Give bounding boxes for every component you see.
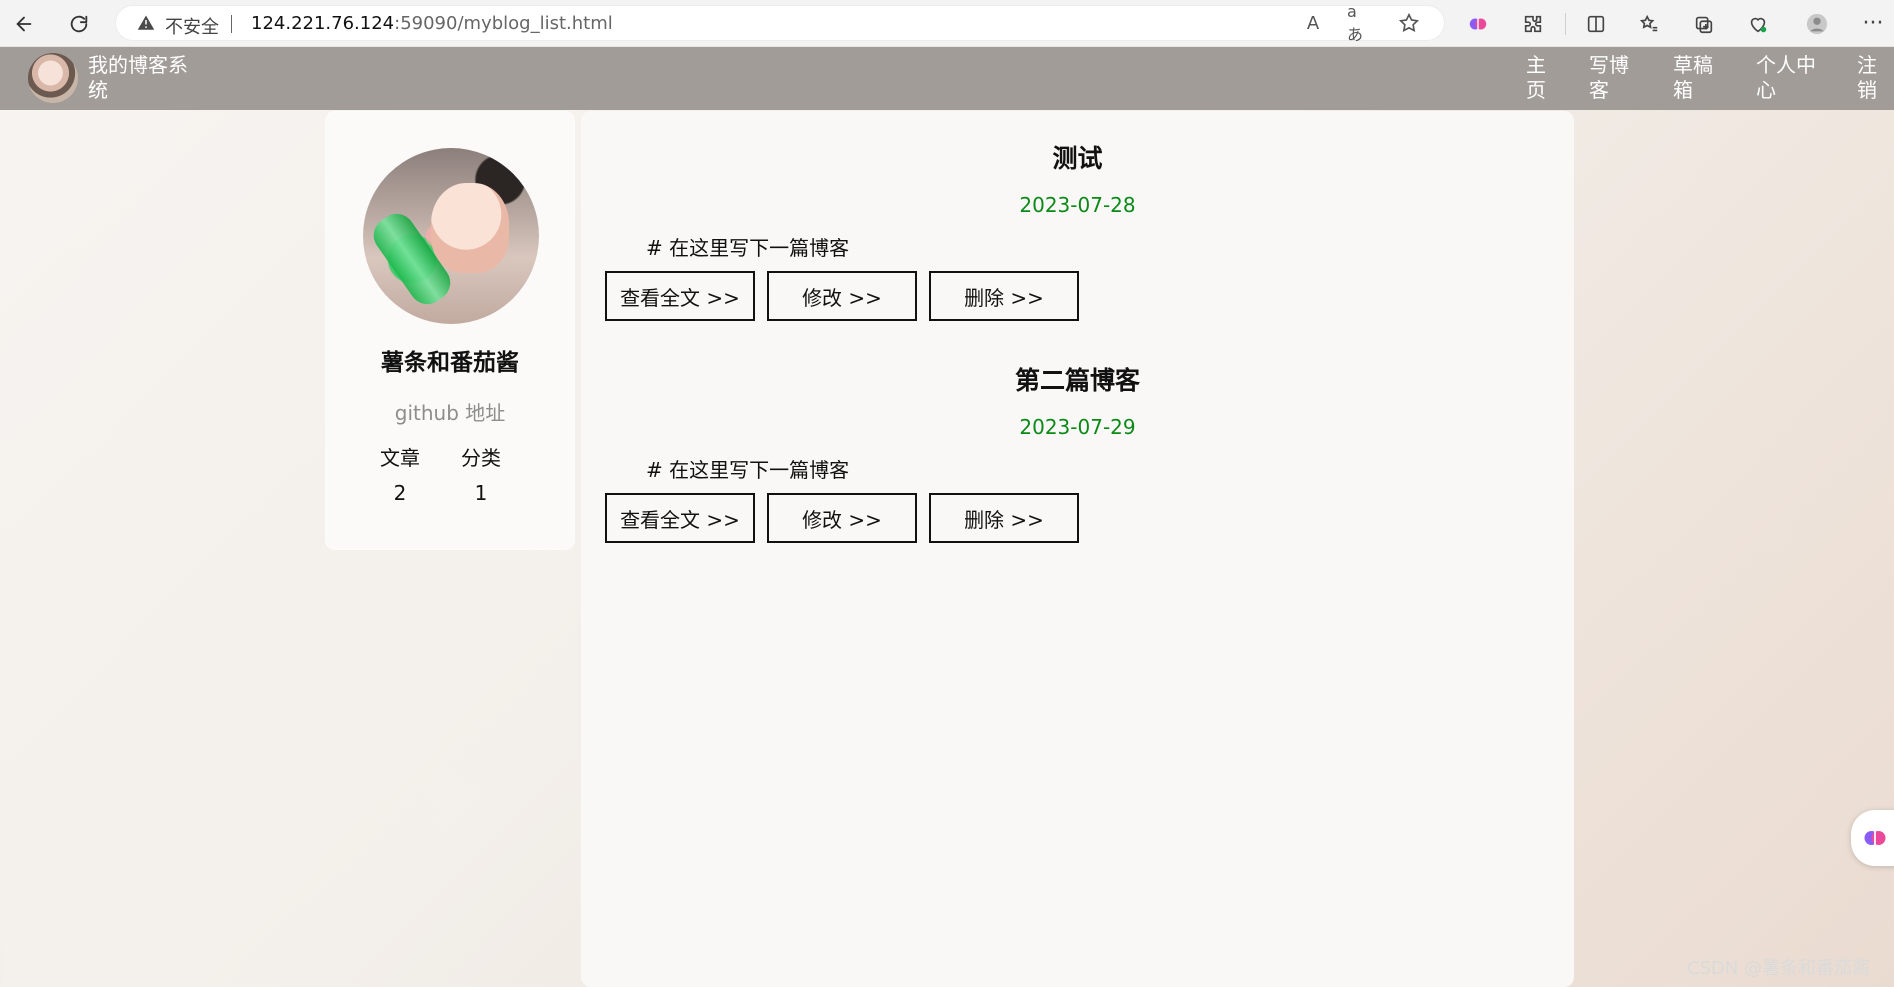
nav-drafts[interactable]: 草稿箱 — [1673, 53, 1717, 103]
url-text[interactable]: 124.221.76.124:59090/myblog_list.html — [251, 13, 613, 34]
nav-home[interactable]: 主页 — [1526, 53, 1550, 103]
back-arrow-icon[interactable] — [8, 8, 40, 40]
delete-post-button[interactable]: 删除 >> — [929, 493, 1079, 543]
warning-icon — [137, 15, 155, 30]
edit-post-button[interactable]: 修改 >> — [767, 493, 917, 543]
site-header: 我的博客系统 主页 写博客 草稿箱 个人中心 注销 — [0, 47, 1894, 110]
post-actions: 查看全文 >> 修改 >> 删除 >> — [605, 493, 1079, 543]
post-date: 2023-07-28 — [1019, 193, 1136, 217]
collections-icon[interactable] — [1689, 9, 1719, 39]
refresh-icon[interactable] — [63, 8, 95, 40]
avatar-face — [431, 183, 509, 273]
articles-count: 2 — [393, 481, 407, 505]
post-actions: 查看全文 >> 修改 >> 删除 >> — [605, 271, 1079, 321]
post-title: 第二篇博客 — [1014, 366, 1140, 395]
star-icon[interactable] — [1397, 11, 1421, 35]
security-status-label: 不安全 — [165, 17, 219, 38]
read-aloud-label: A — [1306, 12, 1320, 34]
categories-count: 1 — [474, 481, 488, 505]
site-title: 我的博客系统 — [88, 53, 188, 102]
translate-icon[interactable]: aあ — [1347, 2, 1371, 44]
floating-brain-icon[interactable] — [1851, 810, 1894, 866]
url-host: 124.221.76.124 — [251, 13, 395, 34]
health-icon[interactable] — [1743, 9, 1773, 39]
post-date: 2023-07-29 — [1019, 415, 1136, 439]
edit-post-button[interactable]: 修改 >> — [767, 271, 917, 321]
url-path: :59090/myblog_list.html — [394, 13, 613, 34]
site-logo — [28, 53, 78, 103]
browser-toolbar: 不安全 124.221.76.124:59090/myblog_list.htm… — [0, 0, 1894, 47]
nav-profile-center[interactable]: 个人中心 — [1756, 53, 1820, 103]
puzzle-icon[interactable] — [1518, 9, 1548, 39]
profile-icon[interactable] — [1802, 9, 1832, 39]
toolbar-divider — [1565, 13, 1566, 35]
articles-label: 文章 — [380, 446, 420, 470]
delete-post-button[interactable]: 删除 >> — [929, 271, 1079, 321]
address-divider — [231, 15, 232, 33]
blog-list-card: 测试 2023-07-28 # 在这里写下一篇博客 查看全文 >> 修改 >> … — [581, 111, 1574, 987]
translate-label: aあ — [1347, 1, 1364, 44]
more-icon[interactable]: ··· — [1858, 9, 1888, 39]
view-full-article-button[interactable]: 查看全文 >> — [605, 271, 755, 321]
post-title: 测试 — [1052, 144, 1103, 173]
profile-avatar — [363, 148, 539, 324]
split-screen-icon[interactable] — [1581, 9, 1611, 39]
view-full-article-button[interactable]: 查看全文 >> — [605, 493, 755, 543]
github-link[interactable]: github 地址 — [325, 397, 575, 426]
categories-label: 分类 — [461, 446, 501, 470]
favorites-icon[interactable] — [1634, 9, 1664, 39]
watermark-text: CSDN @薯条和番茄酱 — [1687, 958, 1871, 979]
profile-name: 薯条和番茄酱 — [381, 350, 519, 376]
read-aloud-icon[interactable]: A — [1301, 11, 1325, 35]
profile-card: 薯条和番茄酱 github 地址 文章 分类 2 1 — [325, 111, 575, 550]
nav-logout[interactable]: 注销 — [1857, 53, 1881, 103]
more-label: ··· — [1862, 11, 1884, 36]
post-summary: # 在这里写下一篇博客 — [646, 236, 850, 260]
address-bar[interactable]: 不安全 124.221.76.124:59090/myblog_list.htm… — [115, 2, 1445, 44]
post-summary: # 在这里写下一篇博客 — [646, 458, 850, 482]
brain-icon[interactable] — [1463, 9, 1493, 39]
nav-write-blog[interactable]: 写博客 — [1589, 53, 1633, 103]
